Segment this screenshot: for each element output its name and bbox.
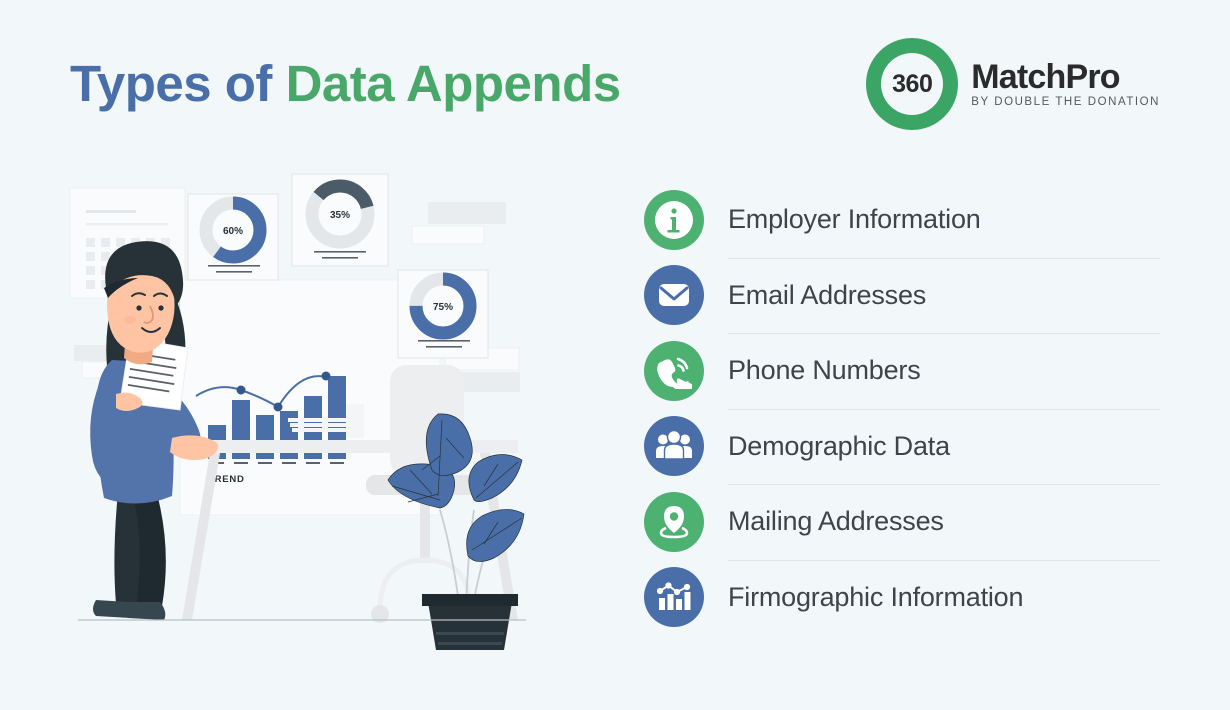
illustration-svg: TREND 60% 35% 75%	[69, 173, 526, 672]
list-item[interactable]: Demographic Data	[644, 408, 1164, 485]
list-item-label: Email Addresses	[728, 279, 927, 310]
blush	[124, 316, 136, 324]
donut-value-35: 35%	[330, 210, 350, 221]
list-item[interactable]: Mailing Addresses	[644, 484, 1164, 560]
list-item[interactable]: Email Addresses	[644, 257, 1164, 334]
list-item[interactable]: Employer Information	[644, 182, 1164, 258]
bg-block	[428, 202, 506, 224]
logo-wordmark: MatchPro BY DOUBLE THE DONATION	[971, 60, 1160, 109]
list-item-label: Firmographic Information	[728, 581, 1024, 612]
donut-value-60: 60%	[223, 226, 243, 237]
donut-card-60: 60%	[187, 193, 279, 281]
donut-card-35: 35%	[291, 173, 389, 267]
donut-card-75: 75%	[397, 269, 489, 359]
brand-logo: 360 MatchPro BY DOUBLE THE DONATION	[866, 38, 1160, 130]
people-icon	[644, 416, 704, 477]
eye-right	[158, 305, 164, 311]
map-pin-icon	[644, 491, 704, 552]
logo-badge-text: 360	[892, 69, 933, 98]
header: Types of Data Appends 360 MatchPro BY DO…	[0, 0, 1230, 160]
list-item-label: Employer Information	[728, 204, 981, 235]
list-item-label: Mailing Addresses	[728, 506, 944, 537]
bg-block	[411, 225, 485, 245]
phone-icon	[644, 340, 704, 401]
page-title-part-one: Types of	[70, 55, 286, 112]
logo-tagline: BY DOUBLE THE DONATION	[971, 95, 1160, 108]
infographic-page: Types of Data Appends 360 MatchPro BY DO…	[0, 0, 1230, 710]
page-title: Types of Data Appends	[70, 58, 621, 109]
info-icon	[644, 189, 704, 250]
list-item[interactable]: Phone Numbers	[644, 333, 1164, 409]
page-title-part-two: Data Appends	[285, 55, 622, 112]
list-item-label: Demographic Data	[728, 430, 950, 461]
eye-left	[136, 305, 142, 311]
logo-brand-name: MatchPro	[971, 57, 1120, 96]
donut-value-75: 75%	[433, 302, 453, 313]
office-illustration: TREND 60% 35% 75%	[60, 170, 540, 672]
types-list: Employer Information Email Addresses Pho…	[644, 182, 1164, 635]
logo-ring-icon: 360	[866, 38, 959, 130]
bar-chart-icon	[644, 567, 704, 628]
envelope-icon	[644, 265, 704, 326]
list-item-label: Phone Numbers	[728, 355, 921, 386]
list-item[interactable]: Firmographic Information	[644, 559, 1164, 636]
shoe-front	[123, 602, 166, 620]
